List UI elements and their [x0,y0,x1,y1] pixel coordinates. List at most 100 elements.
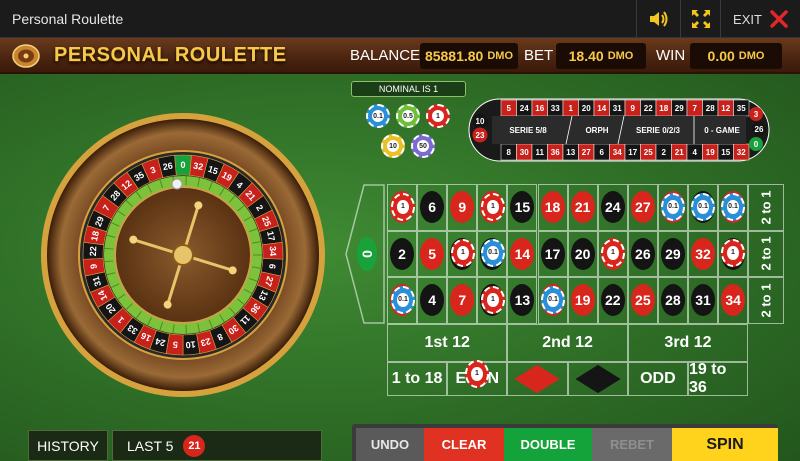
spin-button[interactable]: SPIN [672,428,778,461]
chip-value: 50 [417,140,429,152]
racetrack-number: 24 [520,104,529,113]
number-cell[interactable]: 2 [387,230,418,278]
number-cell[interactable]: 24 [597,184,628,231]
last-results-label: LAST 5 [127,437,174,454]
number-cell[interactable]: 19 [567,277,598,324]
clear-button[interactable]: CLEAR [424,428,504,461]
placed-chip-value: 0.1 [487,245,499,261]
chip-1[interactable]: 1 [426,104,450,128]
undo-button[interactable]: UNDO [356,428,424,461]
black-bet[interactable] [567,362,628,396]
odd-bet[interactable]: ODD [627,362,688,396]
game-title: PERSONAL ROULETTE [54,44,287,66]
placed-chip: 0.1 [661,193,685,221]
column-bet-1[interactable]: 2 to 1 [748,184,784,231]
chip-value: 0.5 [402,110,414,122]
fullscreen-icon [691,10,710,28]
number-cell[interactable]: 27 [627,184,658,231]
placed-chip: 1 [451,239,475,267]
number-cell[interactable]: 25 [627,277,658,324]
chip-0.5[interactable]: 0.5 [396,104,420,128]
balance-label: BALANCE [350,47,421,64]
racetrack-number: 28 [706,104,715,113]
racetrack-bets[interactable]: 5 24 16 33 1 20 14 31 9 22 18 29 7 28 12 358 30 11 36 13 27 6… [468,98,770,162]
number-cell[interactable]: 4 [417,277,448,324]
racetrack-number: 10 [476,117,485,126]
racetrack-number: 7 [693,104,698,113]
wheel-spoke-knob [163,300,172,309]
number-cell[interactable]: 13 [507,277,538,324]
placed-chip-value: 1 [471,366,483,382]
column-bet-label: 2 to 1 [758,236,774,271]
racetrack-number: 22 [644,104,653,113]
number-cell[interactable]: 29 [657,230,688,278]
balance-currency: DMO [487,50,514,62]
roulette-ball [171,178,183,190]
number-cell[interactable]: 5 [417,230,448,278]
wheel-number: 17 [265,230,277,242]
exit-button[interactable]: EXIT [720,0,800,38]
number-cell[interactable]: 9 [447,184,478,231]
number-cell[interactable]: 32 [688,230,719,278]
number-cell[interactable]: 31 [688,277,719,324]
chip-0.1[interactable]: 0.1 [366,104,390,128]
placed-chip-value: 1 [727,245,739,261]
placed-chip-value: 0.1 [697,199,709,215]
wheel-number: 0 [180,160,185,170]
number-cell[interactable]: 14 [507,230,538,278]
zero-cell[interactable]: 0 [344,184,386,324]
number-label: 29 [660,237,685,270]
last-result-badge: 21 [183,434,206,457]
number-cell[interactable]: 21 [567,184,598,231]
racetrack-number: 14 [597,104,606,113]
wheel-center-knob [172,244,194,266]
number-cell[interactable]: 17 [537,230,568,278]
racetrack-number: 36 [551,148,560,157]
dozen-bet-1[interactable]: 1st 12 [387,324,508,362]
column-bet-2[interactable]: 2 to 1 [748,230,784,278]
number-cell[interactable]: 28 [657,277,688,324]
racetrack-number: 4 [693,148,698,157]
red-bet[interactable] [507,362,568,396]
bet-value: 18.40 [568,48,604,64]
number-cell[interactable]: 34 [718,277,749,324]
column-bet-3[interactable]: 2 to 1 [748,277,784,324]
placed-chip: 0.1 [481,239,505,267]
racetrack-number: 2 [662,148,667,157]
number-cell[interactable]: 15 [507,184,538,231]
racetrack-number: 29 [675,104,684,113]
rebet-button[interactable]: REBET [592,428,672,461]
number-cell[interactable]: 18 [537,184,568,231]
fullscreen-button[interactable] [680,0,720,38]
double-button[interactable]: DOUBLE [504,428,592,461]
number-label: 25 [630,284,655,317]
number-cell[interactable]: 26 [627,230,658,278]
chip-50[interactable]: 50 [411,134,435,158]
history-button[interactable]: HISTORY [28,430,108,461]
racetrack-number: 16 [535,104,544,113]
sound-button[interactable] [636,0,680,38]
number-label: 24 [600,191,625,224]
placed-chip: 1 [481,286,505,314]
number-cell[interactable]: 6 [417,184,448,231]
high-bet[interactable]: 19 to 36 [688,361,749,396]
number-label: 15 [510,191,535,224]
dozen-bet-3[interactable]: 3rd 12 [627,324,749,362]
placed-chip-value: 1 [607,245,619,261]
placed-chip-value: 1 [487,199,499,215]
placed-chip: 0.1 [541,286,565,314]
placed-chip-value: 0.1 [667,199,679,215]
number-cell[interactable]: 7 [447,277,478,324]
bet-label: BET [524,47,554,64]
racetrack-section-label: SERIE 5/8 [509,126,547,135]
speaker-icon [649,11,667,27]
number-label: 6 [420,191,445,224]
number-cell[interactable]: 22 [597,277,628,324]
placed-chip-value: 0.1 [727,199,739,215]
low-bet[interactable]: 1 to 18 [387,362,448,396]
racetrack-number: 13 [566,148,575,157]
chip-10[interactable]: 10 [381,134,405,158]
number-cell[interactable]: 20 [567,230,598,278]
placed-chip: 1 [601,239,625,267]
dozen-bet-2[interactable]: 2nd 12 [507,324,628,362]
